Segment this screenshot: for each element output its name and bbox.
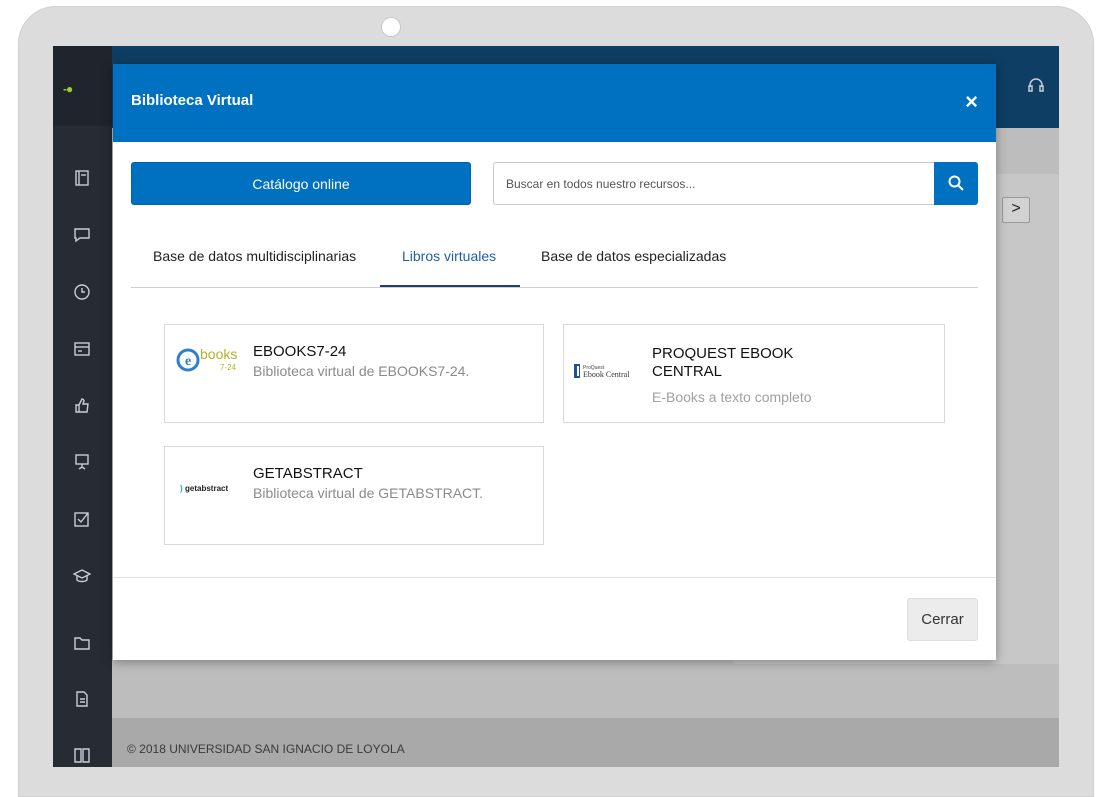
book-icon[interactable] [73, 169, 91, 187]
checkbox-icon[interactable] [73, 510, 91, 528]
svg-text:books: books [200, 346, 237, 362]
proquest-logo: ProQuest Ebook Central [572, 351, 644, 391]
search-button[interactable] [934, 162, 978, 205]
tab-multidisciplinary[interactable]: Base de datos multidisciplinarias [153, 248, 356, 264]
close-button[interactable]: Cerrar [907, 598, 978, 641]
svg-text:7-24: 7-24 [220, 363, 237, 372]
copyright-text: © 2018 UNIVERSIDAD SAN IGNACIO DE LOYOLA [127, 742, 405, 756]
tab-virtual-books[interactable]: Libros virtuales [402, 248, 496, 264]
camera-dot [381, 17, 401, 37]
presentation-icon[interactable] [73, 453, 91, 471]
card-icon[interactable] [73, 340, 91, 358]
svg-text:Ebook Central: Ebook Central [583, 370, 630, 379]
open-book-icon[interactable] [73, 746, 91, 764]
thumb-icon[interactable] [73, 396, 91, 414]
ebooks-logo: e books 7-24 [173, 339, 245, 379]
active-tab-indicator [380, 285, 520, 287]
app-sidebar: -● [53, 46, 112, 767]
resource-description: Biblioteca virtual de GETABSTRACT. [253, 485, 484, 501]
search-bar [493, 162, 978, 205]
search-icon [948, 175, 964, 191]
resource-card-getabstract[interactable]: ) getabstract GETABSTRACT Biblioteca vir… [164, 446, 544, 545]
resource-title: EBOOKS7-24 [253, 343, 347, 360]
screen: -● > © 2018 UNIVERSIDAD SAN IGNACIO DE L… [53, 46, 1059, 767]
search-input[interactable] [493, 162, 934, 205]
modal-title: Biblioteca Virtual [131, 92, 254, 109]
resource-title: GETABSTRACT [253, 465, 363, 482]
app-logo[interactable]: -● [53, 46, 112, 126]
resource-tabs: Base de datos multidisciplinarias Libros… [131, 234, 978, 288]
catalog-online-button[interactable]: Catálogo online [131, 162, 471, 205]
resource-card-proquest[interactable]: ProQuest Ebook Central PROQUEST EBOOK CE… [563, 324, 945, 423]
close-icon[interactable]: × [965, 89, 978, 115]
svg-text:getabstract: getabstract [185, 484, 228, 493]
clock-icon[interactable] [73, 283, 91, 301]
chat-icon[interactable] [73, 226, 91, 244]
tab-specialized[interactable]: Base de datos especializadas [541, 248, 726, 264]
modal-header: Biblioteca Virtual × [113, 64, 996, 142]
resource-description: E-Books a texto completo [652, 389, 812, 405]
folder-icon[interactable] [73, 634, 91, 652]
document-icon[interactable] [73, 690, 91, 708]
graduation-cap-icon[interactable] [72, 567, 92, 585]
chevron-right-icon[interactable]: > [1002, 197, 1030, 223]
getabstract-logo: ) getabstract [173, 467, 245, 507]
resource-title: PROQUEST EBOOK CENTRAL [652, 345, 794, 380]
resource-description: Biblioteca virtual de EBOOKS7-24. [253, 363, 470, 379]
headset-icon[interactable] [1027, 76, 1045, 94]
svg-text:e: e [185, 354, 191, 369]
svg-text:): ) [180, 484, 183, 493]
library-modal: Biblioteca Virtual × Catálogo online Bas… [113, 64, 996, 660]
logo-mark: -● [63, 82, 73, 96]
app-footer: © 2018 UNIVERSIDAD SAN IGNACIO DE LOYOLA [112, 718, 1059, 767]
resource-card-ebooks724[interactable]: e books 7-24 EBOOKS7-24 Biblioteca virtu… [164, 324, 544, 423]
modal-footer: Cerrar [113, 577, 996, 660]
